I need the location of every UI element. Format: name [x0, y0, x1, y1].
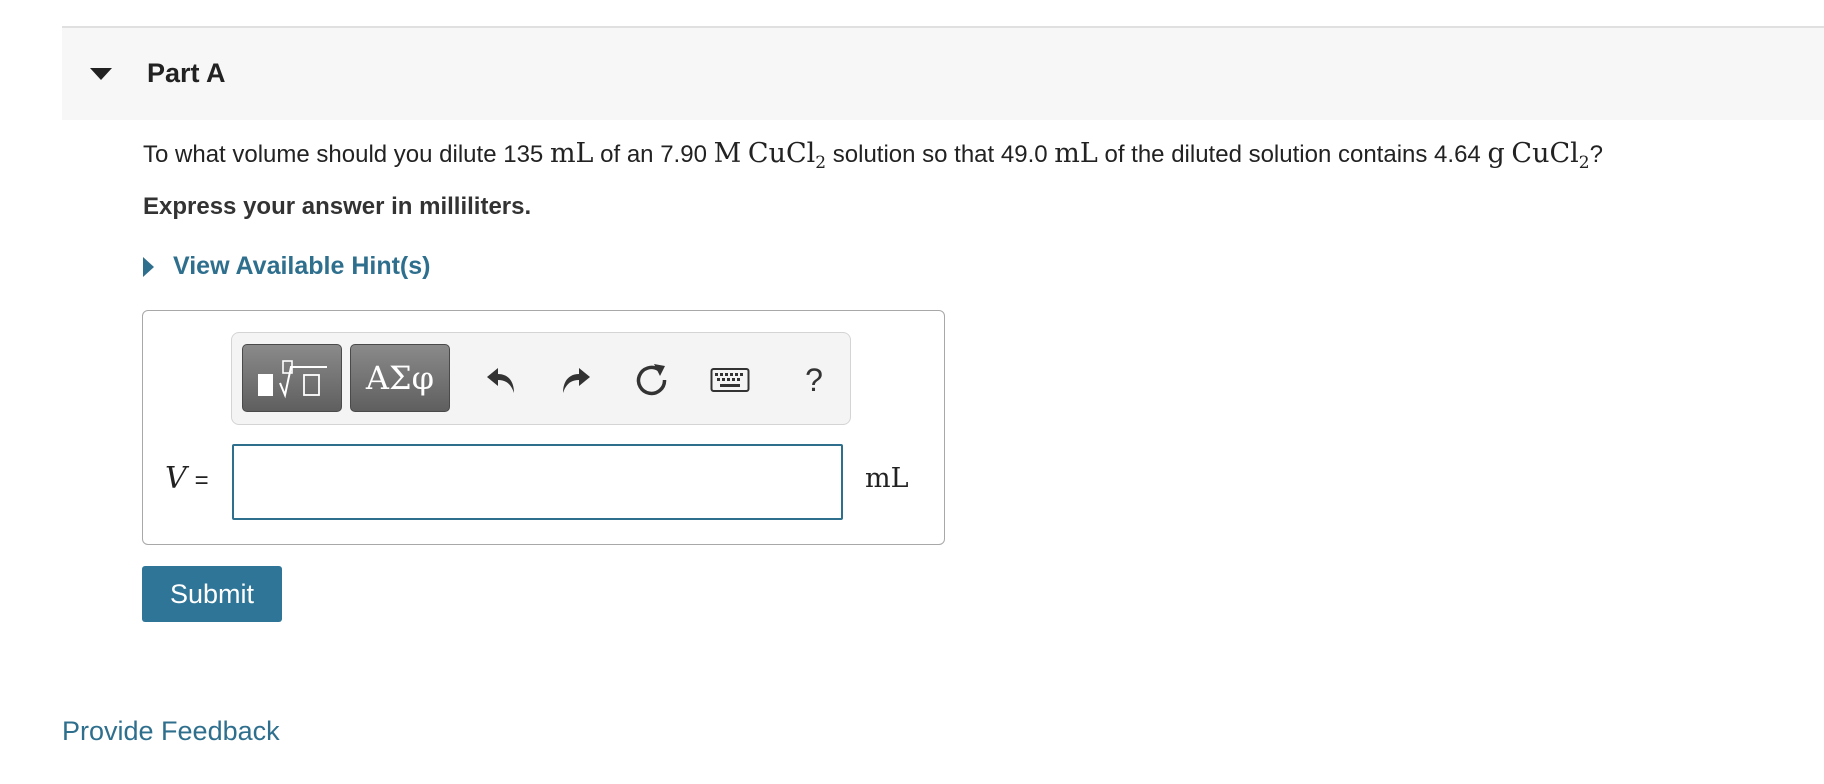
- templates-button[interactable]: [242, 344, 342, 412]
- question-of-an: of an: [593, 141, 661, 168]
- templates-icon: [258, 360, 327, 399]
- keyboard-button[interactable]: [707, 360, 753, 400]
- hint-link[interactable]: View Available Hint(s): [173, 252, 430, 281]
- compound-formula-1: CuCl2: [747, 138, 826, 172]
- part-title: Part A: [147, 58, 226, 88]
- question-mid-2: of the diluted solution contains: [1097, 141, 1435, 168]
- compound-formula-2-subscript: 2: [1578, 153, 1590, 173]
- answer-input[interactable]: [232, 444, 843, 520]
- collapse-triangle-icon[interactable]: [90, 68, 112, 80]
- question-lead: To what volume should you dilute: [143, 141, 504, 168]
- volume-value-2: 49.0: [1000, 141, 1048, 168]
- question-end: ?: [1589, 141, 1603, 168]
- hint-toggle[interactable]: View Available Hint(s): [143, 252, 430, 281]
- submit-button[interactable]: Submit: [142, 566, 282, 622]
- molarity-value: 7.90: [660, 141, 707, 168]
- equals-sign: =: [194, 467, 209, 494]
- answer-variable: V: [165, 461, 187, 496]
- answer-variable-label: V =: [165, 461, 209, 496]
- volume-value-1: 135: [503, 141, 544, 168]
- help-button[interactable]: ?: [794, 360, 834, 400]
- reset-button[interactable]: [632, 360, 672, 400]
- answer-instruction: Express your answer in milliliters.: [143, 193, 532, 220]
- question-mid: solution so that: [826, 141, 1001, 168]
- undo-button[interactable]: [482, 360, 522, 400]
- compound-formula-2-base: CuCl: [1511, 138, 1579, 169]
- compound-formula-1-subscript: 2: [815, 153, 827, 173]
- provide-feedback-link[interactable]: Provide Feedback: [62, 716, 280, 747]
- keyboard-icon: [710, 368, 750, 392]
- compound-formula-2: CuCl2: [1511, 138, 1589, 172]
- compound-formula-1-base: CuCl: [747, 138, 816, 169]
- undo-icon: [487, 368, 514, 393]
- answer-box: ΑΣφ ? V = mL: [142, 310, 945, 545]
- mass-value: 4.64: [1434, 141, 1481, 168]
- redo-button[interactable]: [555, 360, 595, 400]
- volume-unit-2: mL: [1054, 138, 1098, 169]
- mass-unit: g: [1487, 138, 1505, 169]
- part-header[interactable]: Part A: [62, 28, 1824, 120]
- math-toolbar: ΑΣφ ?: [231, 332, 851, 425]
- question-text: To what volume should you dilute 135 mL …: [143, 138, 1603, 172]
- reset-icon: [636, 364, 667, 396]
- greek-symbols-button[interactable]: ΑΣφ: [350, 344, 450, 412]
- redo-icon: [563, 368, 590, 393]
- molarity-unit: M: [713, 138, 742, 169]
- expand-triangle-icon: [143, 256, 154, 277]
- answer-unit: mL: [865, 463, 909, 494]
- volume-unit-1: mL: [549, 138, 594, 169]
